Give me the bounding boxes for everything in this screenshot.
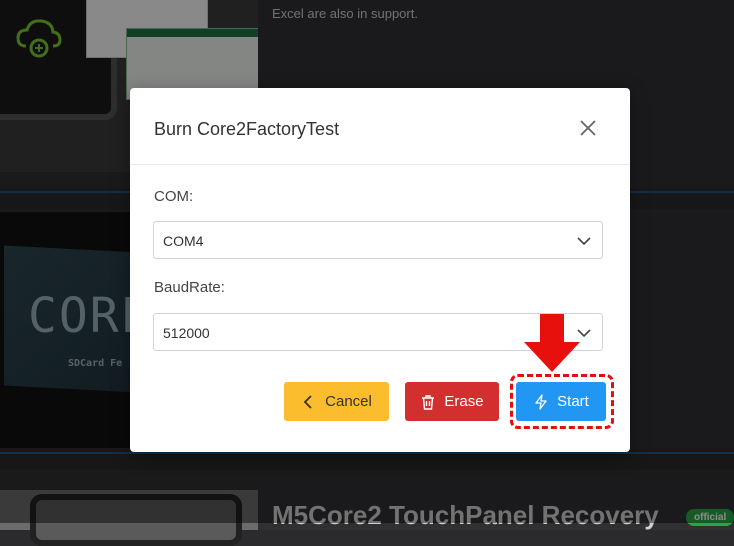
cancel-button-label: Cancel: [325, 393, 372, 410]
start-highlight-box: [510, 374, 614, 429]
chevron-down-icon: [577, 237, 591, 246]
com-select-value: COM4: [163, 233, 204, 249]
com-select[interactable]: COM4: [153, 221, 603, 259]
dialog-header-divider: [130, 164, 630, 165]
erase-button[interactable]: Erase: [405, 382, 499, 421]
trash-icon: [422, 394, 435, 410]
erase-button-label: Erase: [444, 393, 484, 410]
down-arrow-icon: [524, 314, 580, 372]
cancel-button[interactable]: Cancel: [284, 382, 389, 421]
com-label: COM:: [154, 188, 194, 205]
baudrate-label: BaudRate:: [154, 279, 225, 296]
close-icon[interactable]: [576, 116, 600, 140]
baudrate-select-value: 512000: [163, 325, 210, 341]
chevron-left-icon: [303, 394, 312, 409]
dialog-title: Burn Core2FactoryTest: [154, 119, 340, 139]
